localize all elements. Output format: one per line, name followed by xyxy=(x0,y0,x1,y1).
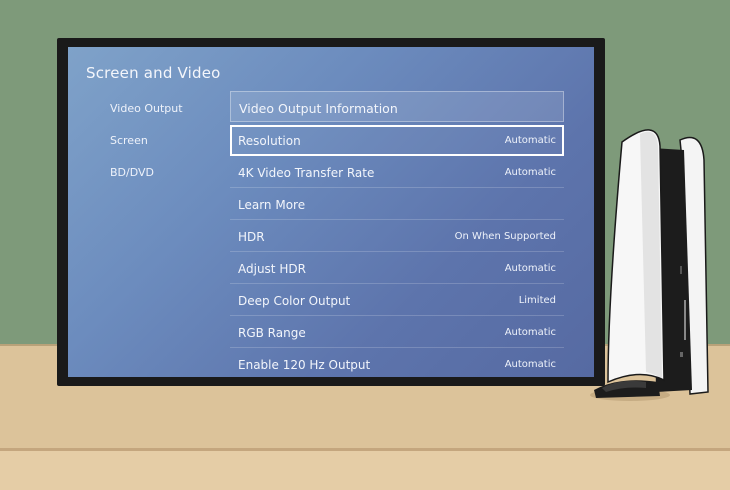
tv-screen: Screen and Video Video Output Screen BD/… xyxy=(68,47,594,377)
setting-row-rgb-range[interactable]: RGB Range Automatic xyxy=(230,317,564,348)
row-label: Learn More xyxy=(238,198,306,212)
row-label: Video Output Information xyxy=(239,101,398,116)
row-value: Automatic xyxy=(504,327,556,338)
row-value: Automatic xyxy=(504,167,556,178)
row-value: On When Supported xyxy=(454,231,556,242)
row-label: Adjust HDR xyxy=(238,262,306,276)
setting-row-enable-120hz[interactable]: Enable 120 Hz Output Automatic xyxy=(230,349,564,377)
row-value: Automatic xyxy=(504,263,556,274)
setting-row-adjust-hdr[interactable]: Adjust HDR Automatic xyxy=(230,253,564,284)
row-value: Limited xyxy=(518,295,556,306)
setting-row-4k-transfer-rate[interactable]: 4K Video Transfer Rate Automatic xyxy=(230,157,564,188)
row-label: HDR xyxy=(238,230,265,244)
setting-row-resolution[interactable]: Resolution Automatic xyxy=(230,125,564,156)
row-label: RGB Range xyxy=(238,326,306,340)
page-title: Screen and Video xyxy=(86,64,221,82)
video-output-information-button[interactable]: Video Output Information xyxy=(230,91,564,122)
row-value: Automatic xyxy=(504,359,556,370)
setting-row-hdr[interactable]: HDR On When Supported xyxy=(230,221,564,252)
floor xyxy=(0,451,730,490)
setting-row-deep-color-output[interactable]: Deep Color Output Limited xyxy=(230,285,564,316)
sidebar-item-screen[interactable]: Screen xyxy=(110,134,148,147)
row-label: Deep Color Output xyxy=(238,294,351,308)
row-label: 4K Video Transfer Rate xyxy=(238,166,375,180)
row-value: Automatic xyxy=(504,135,556,146)
row-label: Resolution xyxy=(238,134,301,148)
row-label: Enable 120 Hz Output xyxy=(238,358,371,372)
game-console-icon xyxy=(590,129,709,401)
sidebar-item-bd-dvd[interactable]: BD/DVD xyxy=(110,166,154,179)
sidebar-item-video-output[interactable]: Video Output xyxy=(110,102,183,115)
setting-row-learn-more[interactable]: Learn More xyxy=(230,189,564,220)
